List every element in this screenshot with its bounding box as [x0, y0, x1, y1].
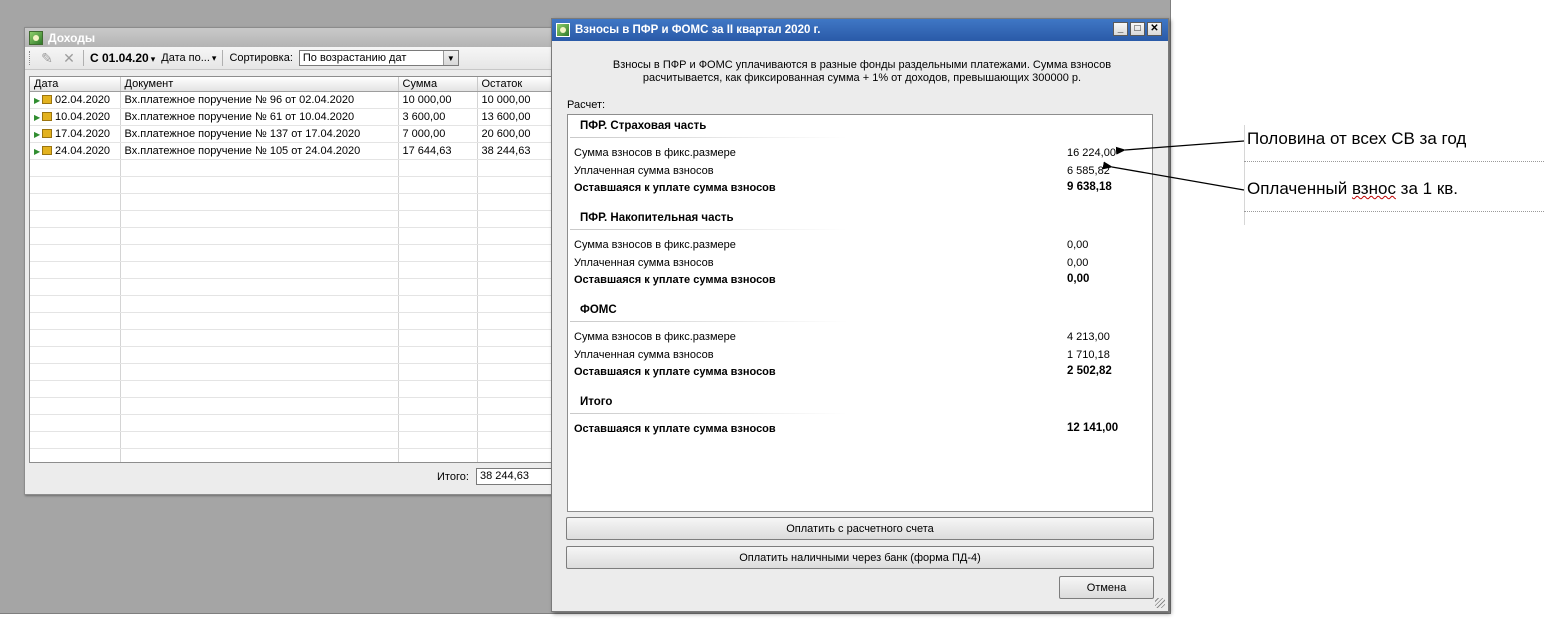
annotation-divider — [1244, 211, 1544, 212]
annotation-arrows — [1102, 140, 1245, 191]
arrow-to-paid-amount — [1102, 161, 1245, 191]
annotation-paid-q1: Оплаченный взнос за 1 кв. — [1247, 179, 1458, 199]
annotation-half-year: Половина от всех СВ за год — [1247, 129, 1467, 148]
annotation-text-part: за 1 кв. — [1395, 179, 1459, 198]
arrow-to-fixed-amount — [1115, 140, 1245, 155]
annotation-divider — [1244, 161, 1544, 162]
annotation-text-part: Оплаченный — [1247, 179, 1352, 198]
annotation-text-part: взнос — [1351, 179, 1396, 198]
